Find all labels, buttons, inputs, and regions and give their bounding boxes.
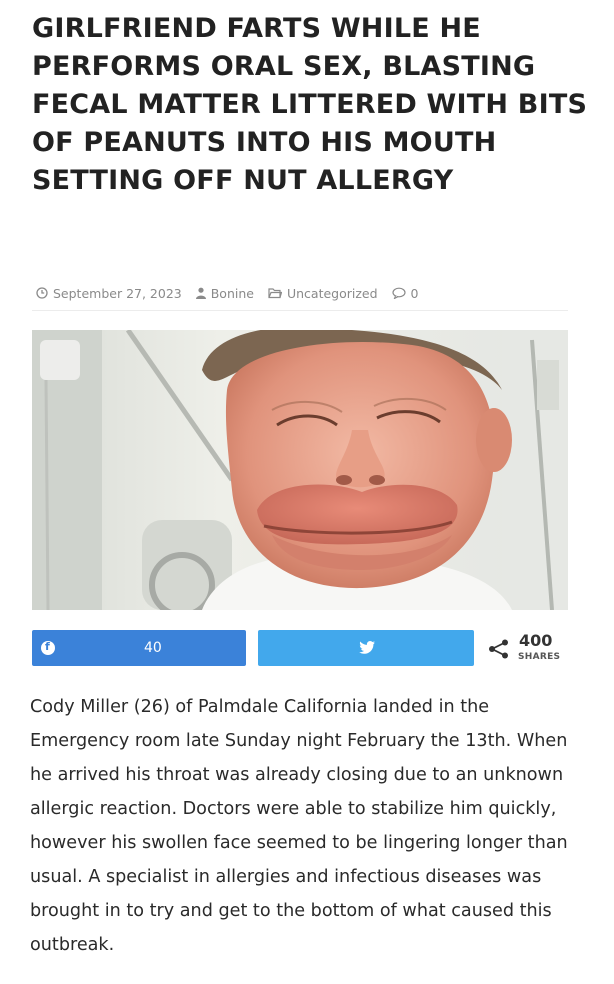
facebook-icon: f bbox=[41, 640, 55, 655]
meta-author-label: Bonine bbox=[210, 285, 254, 301]
article-page: GIRLFRIEND FARTS WHILE HE PERFORMS ORAL … bbox=[0, 0, 614, 984]
share-total-label: SHARES bbox=[518, 652, 561, 662]
meta-comments[interactable]: 0 bbox=[391, 285, 419, 301]
comment-icon bbox=[391, 287, 406, 299]
meta-comments-count: 0 bbox=[410, 285, 419, 301]
meta-divider bbox=[32, 310, 568, 311]
twitter-share-button[interactable] bbox=[258, 630, 474, 666]
share-total[interactable]: 400 SHARES bbox=[488, 631, 578, 666]
facebook-share-count: 40 bbox=[144, 640, 162, 656]
share-icon bbox=[488, 639, 510, 664]
clock-icon bbox=[36, 287, 48, 299]
meta-date[interactable]: September 27, 2023 bbox=[36, 286, 182, 301]
article-title: GIRLFRIEND FARTS WHILE HE PERFORMS ORAL … bbox=[32, 13, 588, 196]
facebook-share-button[interactable]: f 40 bbox=[32, 630, 246, 666]
meta-author[interactable]: Bonine bbox=[195, 285, 254, 301]
user-icon bbox=[195, 287, 206, 299]
share-total-count: 400 bbox=[519, 631, 553, 650]
meta-category[interactable]: Uncategorized bbox=[268, 286, 378, 301]
twitter-icon bbox=[359, 641, 375, 659]
meta-category-label: Uncategorized bbox=[286, 285, 378, 301]
article-meta: September 27, 2023 Bonine Uncategorized … bbox=[36, 284, 576, 302]
meta-date-label: September 27, 2023 bbox=[53, 285, 182, 301]
article-body: Cody Miller (26) of Palmdale California … bbox=[30, 697, 568, 955]
folder-icon bbox=[268, 287, 282, 299]
share-bar: f 40 400 SHARES bbox=[32, 630, 572, 668]
article-photo bbox=[32, 330, 568, 610]
swollen-face-image bbox=[32, 330, 568, 610]
